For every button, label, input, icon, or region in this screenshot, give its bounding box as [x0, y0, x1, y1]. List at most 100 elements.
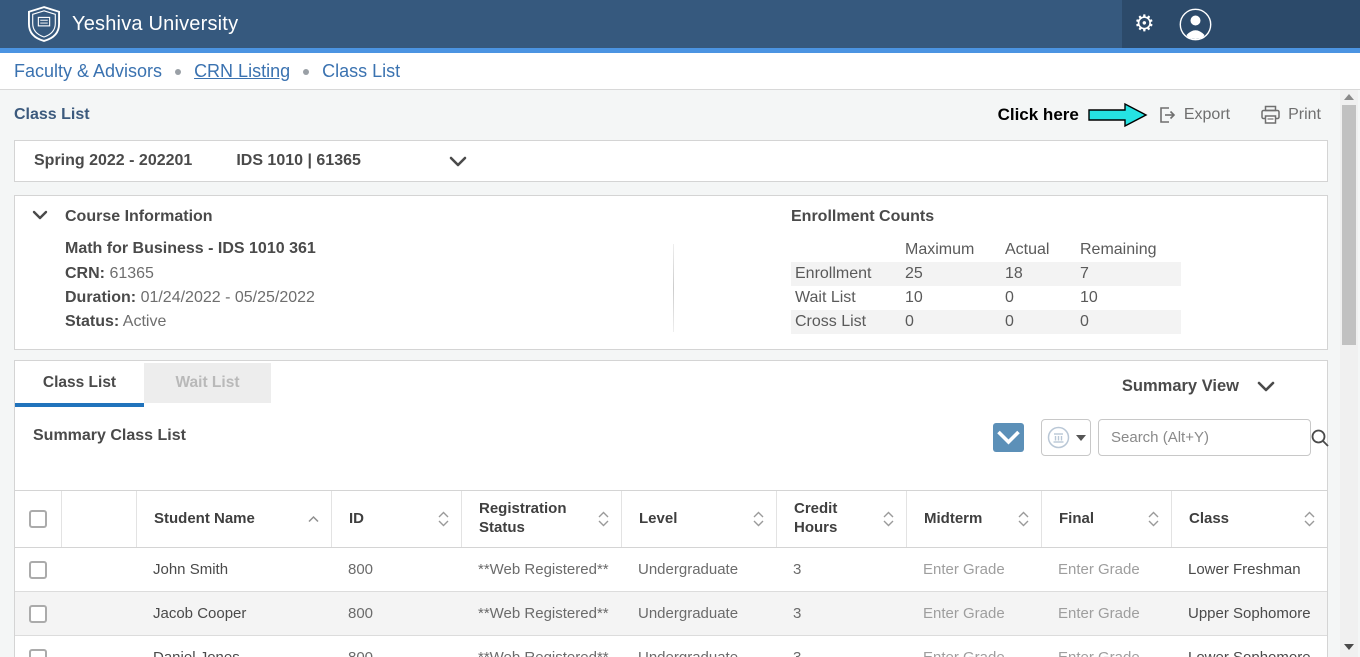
breadcrumb-class-list[interactable]: Class List	[322, 61, 400, 82]
header-label: Student Name	[154, 510, 255, 529]
class-standing-cell: Upper Sophomore	[1171, 592, 1327, 635]
student-name-cell[interactable]: Daniel Jones	[136, 636, 331, 657]
registration-status-cell: **Web Registered**	[461, 592, 621, 635]
toolbar-actions: Click here Export	[998, 90, 1321, 140]
scrollbar-thumb[interactable]	[1342, 105, 1356, 345]
row-checkbox[interactable]	[29, 561, 47, 579]
sort-asc-icon[interactable]	[308, 516, 319, 523]
header-id[interactable]: ID	[331, 491, 461, 547]
status-line: Status: Active	[65, 313, 166, 331]
vertical-divider	[673, 244, 674, 332]
midterm-grade-link[interactable]: Enter Grade	[906, 592, 1041, 635]
sort-both-icon[interactable]	[753, 511, 764, 527]
tab-class-list-label: Class List	[43, 374, 116, 392]
header-class[interactable]: Class	[1171, 491, 1327, 547]
breadcrumb-faculty-advisors[interactable]: Faculty & Advisors	[14, 61, 162, 82]
vertical-scrollbar[interactable]	[1340, 90, 1358, 657]
chevron-down-icon	[449, 156, 467, 167]
chevron-down-icon	[1257, 381, 1275, 392]
email-button[interactable]	[993, 423, 1024, 452]
sort-both-icon[interactable]	[1018, 511, 1029, 527]
page-toolbar: Class List Click here Export	[0, 90, 1360, 140]
header-label: Final	[1059, 510, 1094, 529]
search-container	[1098, 419, 1311, 456]
term-course-selector[interactable]: Spring 2022 - 202201 IDS 1010 | 61365	[14, 140, 1328, 182]
final-grade-link[interactable]: Enter Grade	[1041, 548, 1171, 591]
settings-gear-icon[interactable]: ⚙	[1134, 13, 1155, 36]
id-cell: 800	[331, 636, 461, 657]
sort-both-icon[interactable]	[1148, 511, 1159, 527]
scroll-up-arrow-icon[interactable]	[1344, 94, 1354, 100]
tools-dropdown-button[interactable]	[1041, 419, 1091, 456]
photo-cell	[61, 592, 136, 635]
table-row: Daniel Jones 800 **Web Registered** Unde…	[15, 636, 1327, 657]
breadcrumb-crn-listing[interactable]: CRN Listing	[194, 61, 290, 82]
tab-class-list[interactable]: Class List	[15, 363, 144, 403]
header-student-name[interactable]: Student Name	[136, 491, 331, 547]
header-final[interactable]: Final	[1041, 491, 1171, 547]
final-grade-link[interactable]: Enter Grade	[1041, 636, 1171, 657]
duration-value: 01/24/2022 - 05/25/2022	[141, 289, 315, 306]
col-actual: Actual	[1001, 241, 1076, 259]
cell-value: 0	[1001, 313, 1076, 331]
header-level[interactable]: Level	[621, 491, 776, 547]
enrollment-counts-table: Maximum Actual Remaining Enrollment 25 1…	[791, 238, 1181, 334]
credit-hours-cell: 3	[776, 636, 906, 657]
student-name-cell[interactable]: John Smith	[136, 548, 331, 591]
column-settings-icon	[1047, 426, 1070, 449]
sort-both-icon[interactable]	[1304, 511, 1315, 527]
sort-both-icon[interactable]	[598, 511, 609, 527]
level-cell: Undergraduate	[621, 548, 776, 591]
table-row: John Smith 800 **Web Registered** Underg…	[15, 548, 1327, 592]
cell-value: 0	[1076, 313, 1181, 331]
status-label: Status:	[65, 313, 119, 330]
cross-list-row: Cross List 0 0 0	[791, 310, 1181, 334]
brand: Yeshiva University	[0, 6, 1122, 42]
envelope-icon	[997, 429, 1020, 447]
col-maximum: Maximum	[901, 241, 1001, 259]
sort-both-icon[interactable]	[883, 511, 894, 527]
search-icon[interactable]	[1310, 428, 1330, 448]
table-header-row: Student Name ID Registration Status	[15, 490, 1327, 548]
row-checkbox[interactable]	[29, 649, 47, 657]
course-value: IDS 1010 | 61365	[236, 152, 361, 170]
header-credit-hours[interactable]: Credit Hours	[776, 491, 906, 547]
search-input[interactable]	[1111, 429, 1310, 446]
scroll-down-arrow-icon[interactable]	[1344, 644, 1354, 650]
breadcrumb-separator-dot	[175, 69, 181, 75]
row-checkbox[interactable]	[29, 605, 47, 623]
print-button[interactable]: Print	[1260, 105, 1321, 125]
id-cell: 800	[331, 548, 461, 591]
enrollment-header-row: Maximum Actual Remaining	[791, 238, 1181, 262]
header-checkbox-cell	[15, 491, 61, 547]
level-cell: Undergraduate	[621, 592, 776, 635]
midterm-grade-link[interactable]: Enter Grade	[906, 636, 1041, 657]
class-list-card: Class List Wait List Summary View Summar…	[14, 360, 1328, 657]
cell-value: 0	[1001, 289, 1076, 307]
select-all-checkbox[interactable]	[29, 510, 47, 528]
brand-name: Yeshiva University	[72, 13, 238, 36]
cell-value: 10	[1076, 289, 1181, 307]
crn-line: CRN: 61365	[65, 265, 154, 283]
breadcrumb: Faculty & Advisors CRN Listing Class Lis…	[0, 53, 1360, 90]
duration-label: Duration:	[65, 289, 136, 306]
midterm-grade-link[interactable]: Enter Grade	[906, 548, 1041, 591]
top-navbar: Yeshiva University ⚙	[0, 0, 1360, 48]
summary-view-selector[interactable]: Summary View	[1122, 377, 1275, 396]
course-information-heading: Course Information	[65, 208, 213, 226]
tab-wait-list-label: Wait List	[175, 374, 239, 392]
header-midterm[interactable]: Midterm	[906, 491, 1041, 547]
collapse-chevron-down-icon[interactable]	[32, 210, 48, 220]
sort-both-icon[interactable]	[438, 511, 449, 527]
summary-view-label: Summary View	[1122, 377, 1239, 396]
export-icon	[1157, 105, 1177, 125]
header-label: Class	[1189, 510, 1229, 529]
class-standing-cell: Lower Sophomore	[1171, 636, 1327, 657]
enrollment-row: Enrollment 25 18 7	[791, 262, 1181, 286]
tab-wait-list[interactable]: Wait List	[144, 363, 271, 403]
final-grade-link[interactable]: Enter Grade	[1041, 592, 1171, 635]
header-registration-status[interactable]: Registration Status	[461, 491, 621, 547]
student-name-cell[interactable]: Jacob Cooper	[136, 592, 331, 635]
export-button[interactable]: Export	[1157, 105, 1230, 125]
profile-avatar-icon[interactable]	[1179, 8, 1212, 41]
